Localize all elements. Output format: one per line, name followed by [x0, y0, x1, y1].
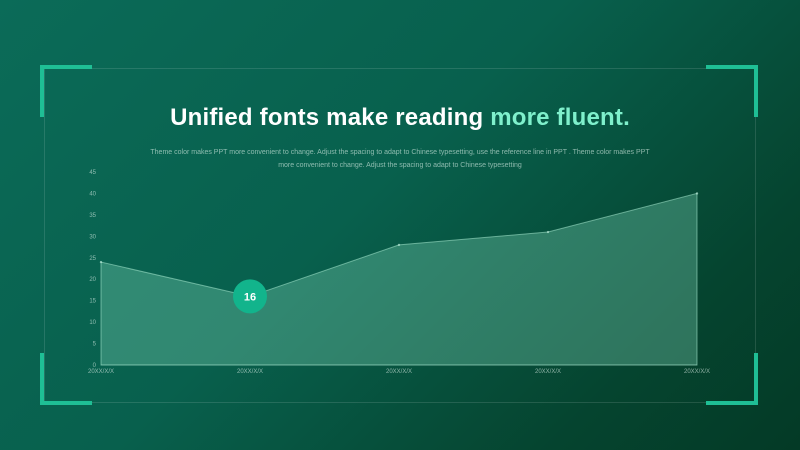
series-point [397, 243, 401, 247]
y-tick-label: 40 [89, 191, 96, 197]
x-tick-label: 20XX/X/X [88, 369, 114, 375]
x-tick-label: 20XX/X/X [237, 369, 263, 375]
highlight-value-label: 16 [244, 291, 256, 303]
series-point [695, 192, 699, 195]
series-layer [99, 192, 699, 366]
y-tick-label: 45 [89, 170, 96, 176]
x-tick-label: 20XX/X/X [386, 369, 412, 375]
y-tick-label: 15 [89, 299, 96, 305]
series-area [100, 192, 698, 366]
y-tick-label: 10 [89, 320, 96, 326]
y-tick-label: 25 [89, 256, 96, 262]
x-tick-label: 20XX/X/X [535, 369, 561, 375]
y-axis: 051015202530354045 [89, 170, 96, 369]
y-tick-label: 35 [89, 213, 96, 219]
y-tick-label: 30 [89, 234, 96, 240]
series-point [546, 230, 550, 234]
area-chart: 051015202530354045 20XX/X/X 20XX/X/X 20XX/… [88, 170, 710, 375]
x-tick-label: 20XX/X/X [684, 369, 710, 375]
x-axis: 20XX/X/X 20XX/X/X 20XX/X/X 20XX/X/X 20XX/X/X [88, 364, 710, 375]
marker-layer: 16 [233, 279, 267, 314]
y-tick-label: 5 [93, 342, 97, 348]
series-point [99, 260, 103, 264]
y-tick-label: 20 [89, 277, 96, 283]
